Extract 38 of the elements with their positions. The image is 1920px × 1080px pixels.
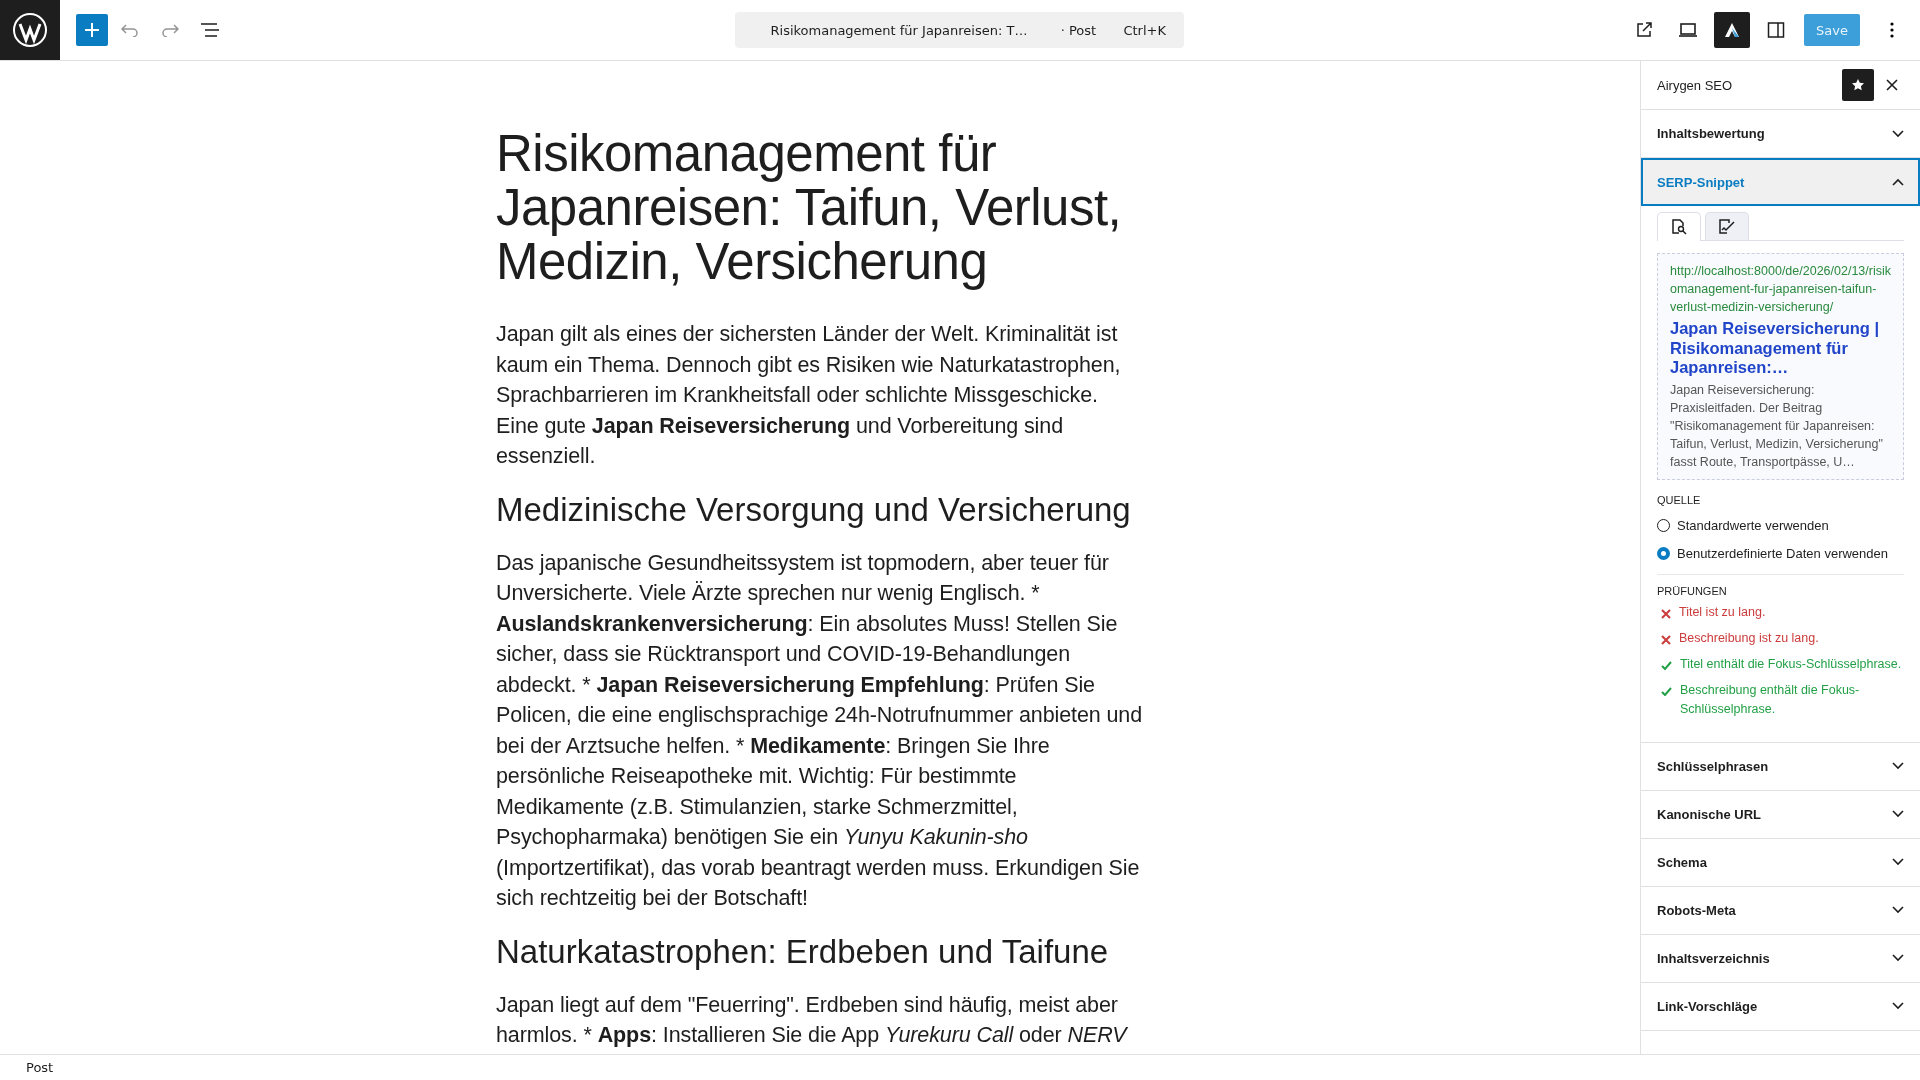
section-heading: Medizinische Versorgung und Versicherung xyxy=(496,489,1132,530)
check-text: Beschreibung enthält die Fokus-Schlüsselphrase. xyxy=(1680,681,1861,718)
paragraph: Das japanische Gesundheitssystem ist topmodern, aber teuer für Unversicherte. Viele Ärzte sprechen nur wenig Englisch. *Auslandskrankenversicherung: Ein absolutes Muss! Stellen Sie sicher, dass sie Rücktransport und COVID-19-Behandlungen abdeckt. *Japan Reiseversicherung Empfehlung: Prüfen Sie Policen, die eine englischsprachige 24h-Notrufnummer anbieten und bei der Arztsuche helfen. *Medikamente: Bringen Sie Ihre persönliche Reiseapotheke mit. Wichtig: Für bestimmte Medikamente (z.B. Stimulanzien, starke Schmerzmittel, Psychopharmaka) benötigen Sie ein Yunyu Kakunin-sho (Importzertifikat), das vorab beantragt werden muss. Erkundigen Sie sich rechtzeitig bei der Botschaft! xyxy=(496,549,1144,912)
chevron-icon xyxy=(1892,129,1904,138)
chevron-icon xyxy=(1892,810,1904,818)
radio-button[interactable] xyxy=(1657,547,1670,560)
wordpress-logo[interactable] xyxy=(0,0,60,60)
check-text: Titel ist zu lang. xyxy=(1679,603,1766,621)
document-search-icon xyxy=(1671,219,1687,235)
preview-title: Japan Reiseversicherung | Risikomanagement für Japanreisen:… xyxy=(1670,319,1881,378)
command-bar[interactable]: Risikomanagement für Japanreisen: T… · Post Ctrl+K xyxy=(735,12,1184,48)
preview-description: Japan Reiseversicherung: Praxisleitfaden. Der Beitrag "Risikomanagement für Japanreisen: Taifun, Verlust, Medizin, Versicherung" fasst Route, Transportpässe, U… xyxy=(1670,381,1884,471)
plus-icon xyxy=(84,22,100,38)
sidebar-title: Airygen SEO xyxy=(1657,77,1734,93)
breadcrumb[interactable]: Post xyxy=(26,1060,54,1075)
panel-header[interactable]: SERP-Snippet xyxy=(1641,158,1920,206)
checks-label: PRÜFUNGEN xyxy=(1657,584,1728,597)
chevron-icon xyxy=(1892,858,1904,866)
chevron-icon xyxy=(1892,906,1904,914)
paragraph: Japan liegt auf dem "Feuerring". Erdbeben sind häufig, meist aber harmlos. *Apps: Installieren Sie die App Yurekuru Call oder NERV xyxy=(496,991,1129,1049)
check-text: Beschreibung ist zu lang. xyxy=(1679,629,1819,647)
radio-label[interactable]: Standardwerte verwenden xyxy=(1677,518,1829,533)
section-heading: Naturkatastrophen: Erdbeben und Taifune xyxy=(496,931,1110,972)
snippet-tab[interactable] xyxy=(1657,212,1701,241)
post-title[interactable]: Risikomanagement für Japanreisen: Taifun, Verlust, Medizin, Versicherung xyxy=(496,127,1144,289)
radio-label[interactable]: Benutzerdefinierte Daten verwenden xyxy=(1677,546,1889,561)
preview-url: http://localhost:8000/de/2026/02/13/risikomanagement-fur-japanreisen-taifun-verlust-medizin-versicherung/ xyxy=(1670,263,1892,316)
chevron-icon xyxy=(1892,178,1904,186)
chevron-icon xyxy=(1892,954,1904,962)
document-edit-icon xyxy=(1718,218,1736,235)
snippet-tab[interactable] xyxy=(1705,212,1749,240)
plugin-logo-icon[interactable] xyxy=(1714,12,1751,48)
chevron-icon xyxy=(1892,1002,1904,1010)
source-label: QUELLE xyxy=(1657,493,1702,506)
paragraph: Japan gilt als eines der sichersten Länder der Welt. Kriminalität ist kaum ein Thema. Dennoch gibt es Risiken wie Naturkatastrophen, Sprachbarrieren im Krankheitsfall oder schlichte Missgeschicke. Eine gute Japan Reiseversicherung und Vorbereitung sind essenziell. xyxy=(496,321,1122,470)
check-text: Titel enthält die Fokus-Schlüsselphrase. xyxy=(1680,655,1902,673)
add-block-button[interactable] xyxy=(76,14,108,46)
chevron-icon xyxy=(1892,762,1904,770)
